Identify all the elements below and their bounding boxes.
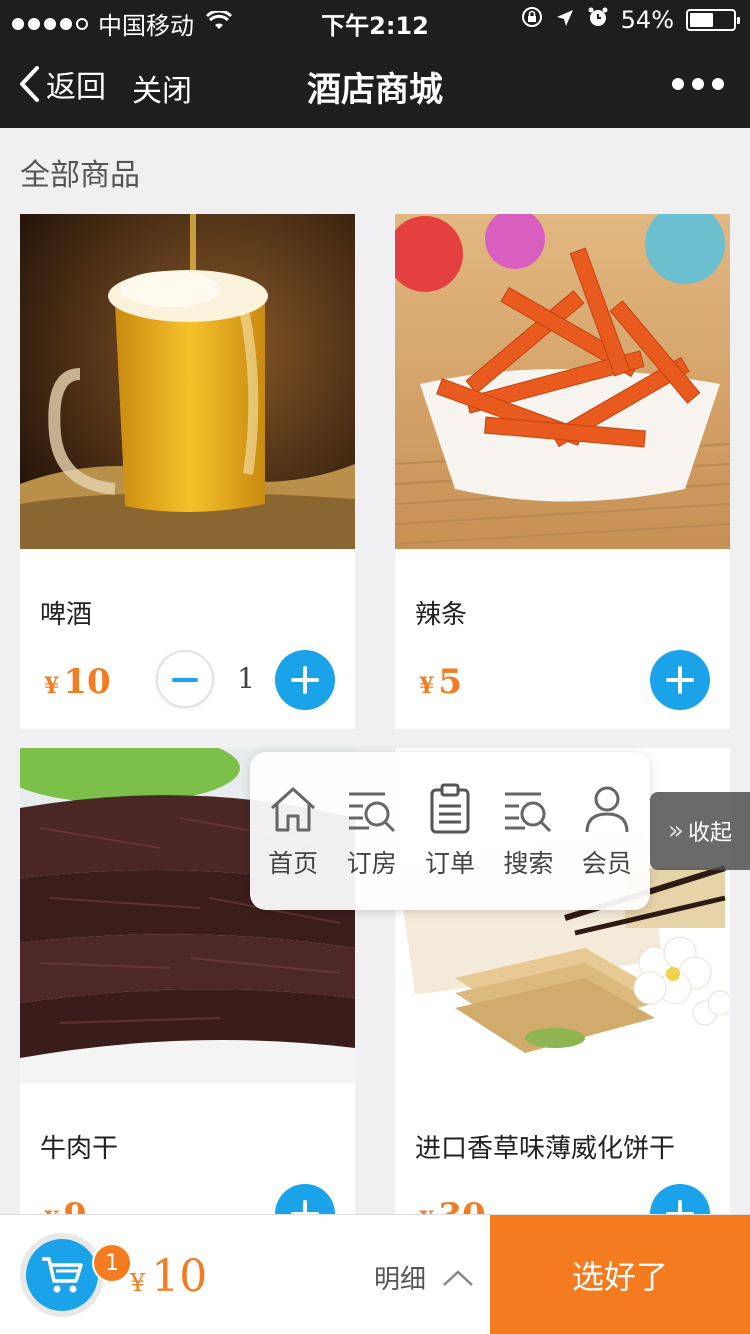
- search-list-icon: [505, 792, 552, 833]
- product-name: 牛肉干: [40, 1134, 119, 1164]
- more-options-button[interactable]: [672, 78, 724, 90]
- double-chevron-right-icon: »: [668, 816, 684, 846]
- collapse-label: 收起: [687, 821, 732, 846]
- cart-button[interactable]: 1: [20, 1233, 132, 1317]
- add-to-cart-button[interactable]: [275, 650, 335, 710]
- product-card[interactable]: 辣条 ¥5: [395, 214, 730, 729]
- section-title: 全部商品: [20, 158, 140, 193]
- search-list-icon: [348, 792, 395, 833]
- menu-item-label: 订房: [346, 849, 397, 878]
- product-price: ¥5: [419, 662, 462, 702]
- menu-item-home[interactable]: 首页: [254, 782, 332, 880]
- battery-percent: 54%: [620, 6, 674, 34]
- decrease-quantity-button[interactable]: [156, 650, 214, 708]
- product-card[interactable]: 啤酒 ¥10 1: [20, 214, 355, 729]
- user-icon: [585, 786, 629, 833]
- alarm-icon: [587, 6, 609, 34]
- cart-bar: 1 ¥10 明细 选好了: [0, 1214, 750, 1334]
- menu-item-label: 首页: [268, 849, 319, 878]
- location-icon: [555, 6, 575, 34]
- product-price: ¥10: [44, 662, 111, 702]
- cart-total: ¥10: [130, 1251, 208, 1302]
- add-to-cart-button[interactable]: [650, 1184, 710, 1214]
- add-to-cart-button[interactable]: [650, 650, 710, 710]
- product-price: ¥9: [44, 1196, 87, 1214]
- product-name: 进口香草味薄威化饼干: [415, 1134, 676, 1164]
- status-bar: 中国移动 下午2:12 54%: [0, 0, 750, 40]
- shopping-cart-icon: [42, 1257, 83, 1293]
- battery-icon: [686, 9, 740, 31]
- cart-detail-toggle[interactable]: 明细: [374, 1259, 474, 1296]
- floating-quick-menu: 首页 订房 订单 搜索 会员: [250, 752, 650, 910]
- home-icon: [271, 787, 316, 832]
- collapse-menu-button[interactable]: » 收起: [650, 792, 750, 870]
- clipboard-icon: [430, 783, 470, 834]
- menu-item-member[interactable]: 会员: [568, 782, 646, 880]
- product-name: 啤酒: [40, 600, 93, 630]
- menu-item-label: 搜索: [503, 849, 554, 878]
- menu-item-search[interactable]: 搜索: [489, 782, 567, 880]
- menu-item-orders[interactable]: 订单: [411, 782, 489, 880]
- chevron-up-icon: [443, 1269, 473, 1286]
- menu-item-book-room[interactable]: 订房: [333, 782, 411, 880]
- rotation-lock-icon: [521, 6, 543, 34]
- menu-item-label: 订单: [424, 849, 475, 878]
- menu-item-label: 会员: [581, 849, 632, 878]
- status-right: 54%: [521, 6, 740, 34]
- detail-label: 明细: [374, 1265, 427, 1295]
- product-price: ¥30: [419, 1196, 486, 1214]
- product-name: 辣条: [415, 600, 468, 630]
- nav-bar: 返回 关闭 酒店商城: [0, 40, 750, 128]
- product-image-beer[interactable]: [20, 214, 355, 549]
- product-image-spicy-strips[interactable]: [395, 214, 730, 549]
- quantity-value: 1: [237, 662, 255, 695]
- cart-icon-circle: [26, 1239, 98, 1311]
- cart-count-badge: 1: [92, 1243, 132, 1283]
- add-to-cart-button[interactable]: [275, 1184, 335, 1214]
- checkout-button[interactable]: 选好了: [490, 1215, 750, 1334]
- page-title: 酒店商城: [307, 70, 443, 110]
